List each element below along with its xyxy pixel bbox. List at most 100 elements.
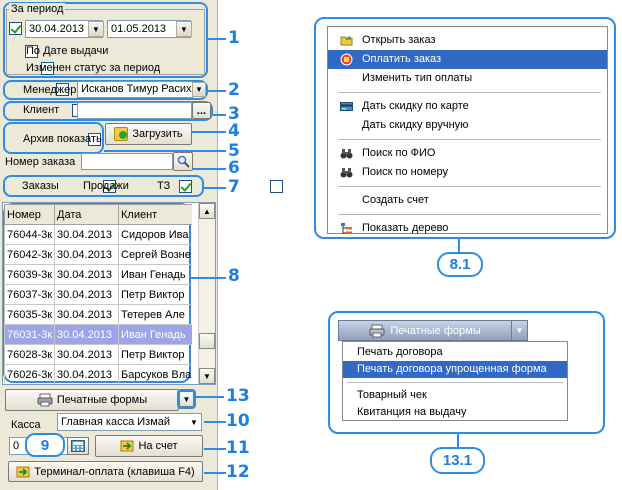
date-to-dropdown-icon[interactable]: ▼ (176, 21, 192, 37)
menu-discount-card[interactable]: Дать скидку по карте (328, 97, 607, 116)
print-receipt-item[interactable]: Товарный чек (343, 387, 567, 404)
cell-date: 30.04.2013 (54, 284, 119, 305)
cell-number: 76035-3к (4, 304, 55, 325)
menu-create-invoice-label: Создать счет (362, 194, 429, 206)
archive-label: Архив показать (23, 133, 102, 145)
callout-12-line (204, 472, 226, 474)
cell-client: Иван Генадь (118, 264, 192, 285)
menu-pay-order[interactable]: Оплатить заказ (328, 50, 607, 69)
print-issue-receipt-item[interactable]: Квитанция на выдачу (343, 404, 567, 421)
print-contract-item[interactable]: Печать договора (343, 344, 567, 361)
print-forms-button[interactable]: Печатные формы (5, 389, 179, 411)
amount-badge: 9 (25, 433, 65, 457)
table-row[interactable]: 76039-3к 30.04.2013 Иван Генадь (4, 264, 192, 285)
print-contract-simple-item[interactable]: Печать договора упрощенная форма (343, 361, 567, 378)
badge-13-1-line (457, 434, 459, 448)
cell-client: Иван Генадь (118, 324, 192, 345)
menu-create-invoice[interactable]: Создать счет (328, 191, 607, 210)
kassa-dropdown-icon[interactable]: ▼ (190, 418, 198, 427)
cell-number: 76039-3к (4, 264, 55, 285)
client-browse-button[interactable]: ... (192, 102, 211, 119)
callout-10-line (204, 421, 226, 423)
scroll-up-icon[interactable]: ▲ (199, 203, 215, 219)
table-row[interactable]: 76026-3к 30.04.2013 Барсуков Вла (4, 364, 192, 384)
printer-icon (37, 393, 53, 407)
scroll-down-icon[interactable]: ▼ (199, 368, 215, 384)
print-menu-button[interactable]: Печатные формы ▼ (338, 320, 528, 341)
cell-client: Барсуков Вла (118, 364, 192, 384)
tz-filter-checkbox[interactable] (269, 180, 283, 193)
cell-client: Петр Виктор (118, 284, 192, 305)
to-account-label: На счет (138, 440, 178, 452)
menu-show-tree[interactable]: Показать дерево (328, 219, 607, 238)
order-number-input[interactable] (81, 153, 173, 170)
callout-11: 11 (226, 438, 250, 458)
callout-8-line (191, 277, 226, 279)
terminal-pay-button[interactable]: Терминал-оплата (клавиша F4) (8, 461, 203, 482)
manager-select[interactable]: Исканов Тимур Расих (77, 81, 193, 98)
calculator-icon (71, 440, 85, 452)
to-account-icon (120, 440, 134, 452)
table-row[interactable]: 76031-3к 30.04.2013 Иван Генадь (4, 324, 192, 345)
menu-open-order[interactable]: Открыть заказ (328, 31, 607, 50)
cell-date: 30.04.2013 (54, 264, 119, 285)
table-row[interactable]: 76037-3к 30.04.2013 Петр Виктор (4, 284, 192, 305)
date-from-dropdown-icon[interactable]: ▼ (88, 21, 104, 37)
cell-number: 76028-3к (4, 344, 55, 365)
sales-filter-checkbox[interactable] (179, 180, 193, 193)
tz-filter-label: ТЗ (157, 180, 171, 192)
menu-search-number[interactable]: Поиск по номеру (328, 163, 607, 182)
folder-icon (340, 35, 353, 46)
column-header-date[interactable]: Дата (54, 204, 119, 225)
table-scrollbar[interactable] (198, 203, 215, 384)
cell-date: 30.04.2013 (54, 344, 119, 365)
load-button[interactable]: Загрузить (105, 123, 192, 145)
menu-separator (338, 139, 601, 140)
print-menu-separator (347, 382, 563, 383)
cell-date: 30.04.2013 (54, 364, 119, 384)
callout-13: 13 (226, 386, 250, 406)
calculator-button[interactable] (67, 437, 89, 455)
table-row[interactable]: 76042-3к 30.04.2013 Сергей Возне (4, 244, 192, 265)
to-account-button[interactable]: На счет (95, 435, 203, 457)
binoculars-icon (340, 168, 353, 178)
callout-2-line (207, 90, 226, 92)
cell-date: 30.04.2013 (54, 324, 119, 345)
table-row[interactable]: 76035-3к 30.04.2013 Тетерев Але (4, 304, 192, 325)
cell-client: Сергей Возне (118, 244, 192, 265)
kassa-label: Касса (11, 419, 41, 431)
manager-dropdown-icon[interactable]: ▼ (192, 82, 206, 97)
callout-6-line (193, 168, 226, 170)
badge-8-1-line (458, 239, 460, 253)
search-button[interactable] (173, 152, 193, 171)
table-row[interactable]: 76028-3к 30.04.2013 Петр Виктор (4, 344, 192, 365)
menu-change-payment-label: Изменить тип оплаты (362, 72, 473, 84)
print-forms-dropdown-icon[interactable]: ▼ (179, 391, 194, 407)
scroll-thumb[interactable] (199, 333, 215, 349)
print-menu-dropdown-icon[interactable]: ▼ (511, 321, 527, 340)
menu-change-payment[interactable]: Изменить тип оплаты (328, 69, 607, 88)
menu-separator (338, 186, 601, 187)
menu-search-name[interactable]: Поиск по ФИО (328, 144, 607, 163)
menu-discount-manual[interactable]: Дать скидку вручную (328, 116, 607, 135)
column-header-number[interactable]: Номер (4, 204, 55, 225)
context-menu: Открыть заказ Оплатить заказ Изменить ти… (327, 26, 608, 234)
by-issue-date-label: По Дате выдачи (26, 45, 109, 57)
callout-6: 6 (228, 158, 240, 178)
column-header-client[interactable]: Клиент (118, 204, 192, 225)
menu-open-order-label: Открыть заказ (362, 34, 436, 46)
callout-10: 10 (226, 411, 250, 431)
binoculars-icon (340, 149, 353, 159)
manager-label: Менеджер (23, 84, 77, 96)
kassa-select[interactable]: Главная касса Измай (57, 413, 202, 431)
period-enable-checkbox[interactable] (9, 22, 22, 35)
print-menu-list: Печать договора Печать договора упрощенн… (342, 341, 568, 421)
callout-4: 4 (228, 121, 240, 141)
table-row[interactable]: 76044-3к 30.04.2013 Сидоров Ива (4, 224, 192, 245)
card-icon (340, 102, 353, 111)
client-field[interactable] (77, 102, 192, 119)
cell-client: Сидоров Ива (118, 224, 192, 245)
orders-filter-label: Заказы (22, 180, 59, 192)
menu-separator (338, 214, 601, 215)
print-forms-label: Печатные формы (56, 394, 148, 406)
